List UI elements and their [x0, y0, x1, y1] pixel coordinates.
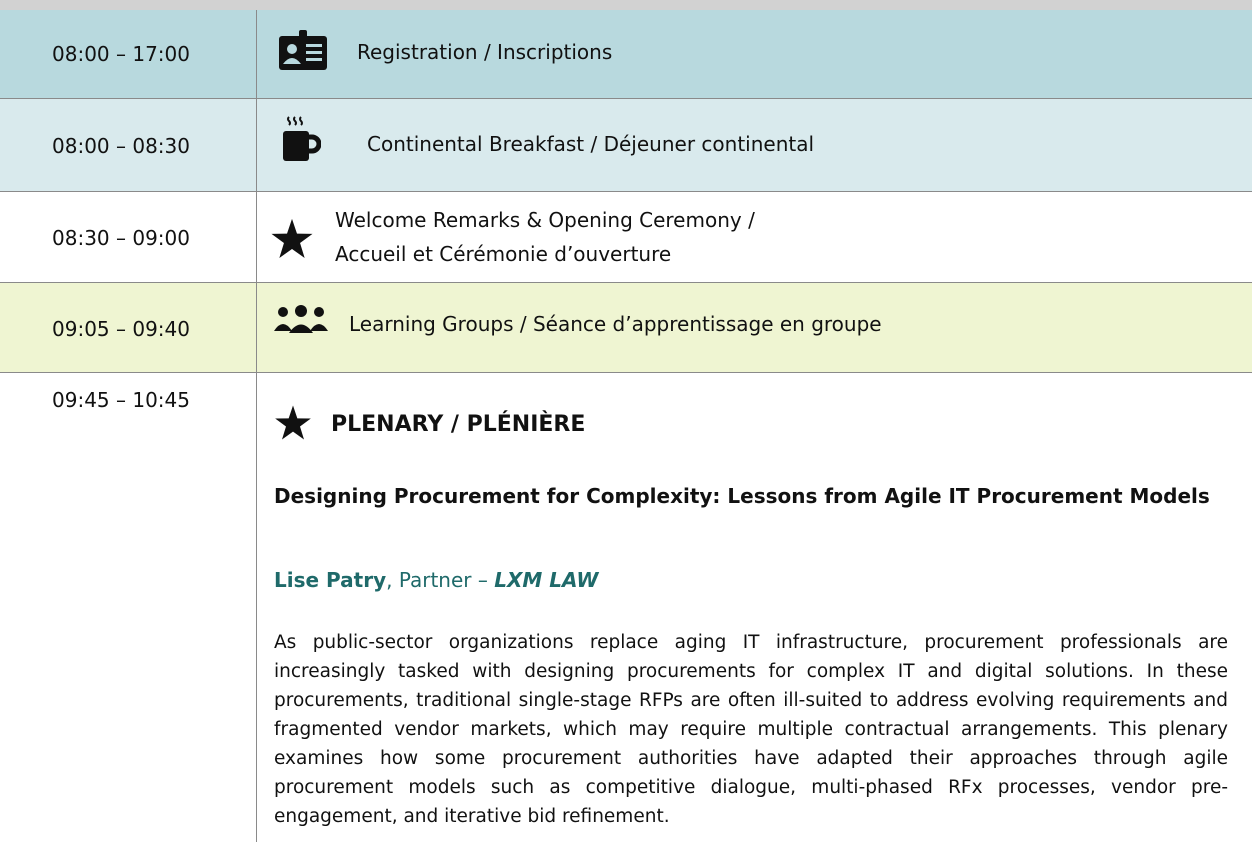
plenary-heading: PLENARY / PLÉNIÈRE	[331, 412, 586, 437]
agenda-row-welcome: 08:30 – 09:00 Welcome Remarks & Opening …	[0, 192, 1252, 283]
session-label: Continental Breakfast / Déjeuner contine…	[367, 132, 815, 156]
star-icon	[271, 218, 313, 258]
id-card-icon	[279, 30, 327, 70]
group-icon	[274, 305, 328, 333]
speaker-organization: LXM LAW	[494, 568, 599, 592]
agenda-row-breakfast: 08:00 – 08:30 Continental Breakfast / Dé…	[0, 99, 1252, 192]
time-slot: 08:30 – 09:00	[52, 226, 190, 250]
session-label-line2: Accueil et Cérémonie d’ouverture	[335, 242, 672, 266]
coffee-icon	[283, 116, 321, 161]
time-slot: 09:45 – 10:45	[52, 388, 190, 412]
session-label: Registration / Inscriptions	[357, 40, 613, 64]
agenda-row-registration: 08:00 – 17:00 Registration / Inscription…	[0, 10, 1252, 99]
column-divider	[256, 10, 257, 842]
time-slot: 08:00 – 08:30	[52, 134, 190, 158]
session-description: As public-sector organizations replace a…	[274, 632, 1228, 827]
speaker-line: Lise Patry, Partner – LXM LAW	[274, 568, 598, 592]
time-slot: 08:00 – 17:00	[52, 42, 190, 66]
agenda-row-learning-groups: 09:05 – 09:40 Learning Groups / Séance d…	[0, 283, 1252, 373]
time-slot: 09:05 – 09:40	[52, 317, 190, 341]
session-label: Learning Groups / Séance d’apprentissage…	[349, 312, 882, 336]
speaker-role: , Partner –	[386, 568, 495, 592]
agenda-page: 08:00 – 17:00 Registration / Inscription…	[0, 0, 1252, 842]
speaker-name: Lise Patry	[274, 568, 387, 592]
talk-title: Designing Procurement for Complexity: Le…	[274, 484, 1210, 508]
star-icon	[275, 405, 311, 440]
session-label-line1: Welcome Remarks & Opening Ceremony /	[335, 208, 755, 232]
